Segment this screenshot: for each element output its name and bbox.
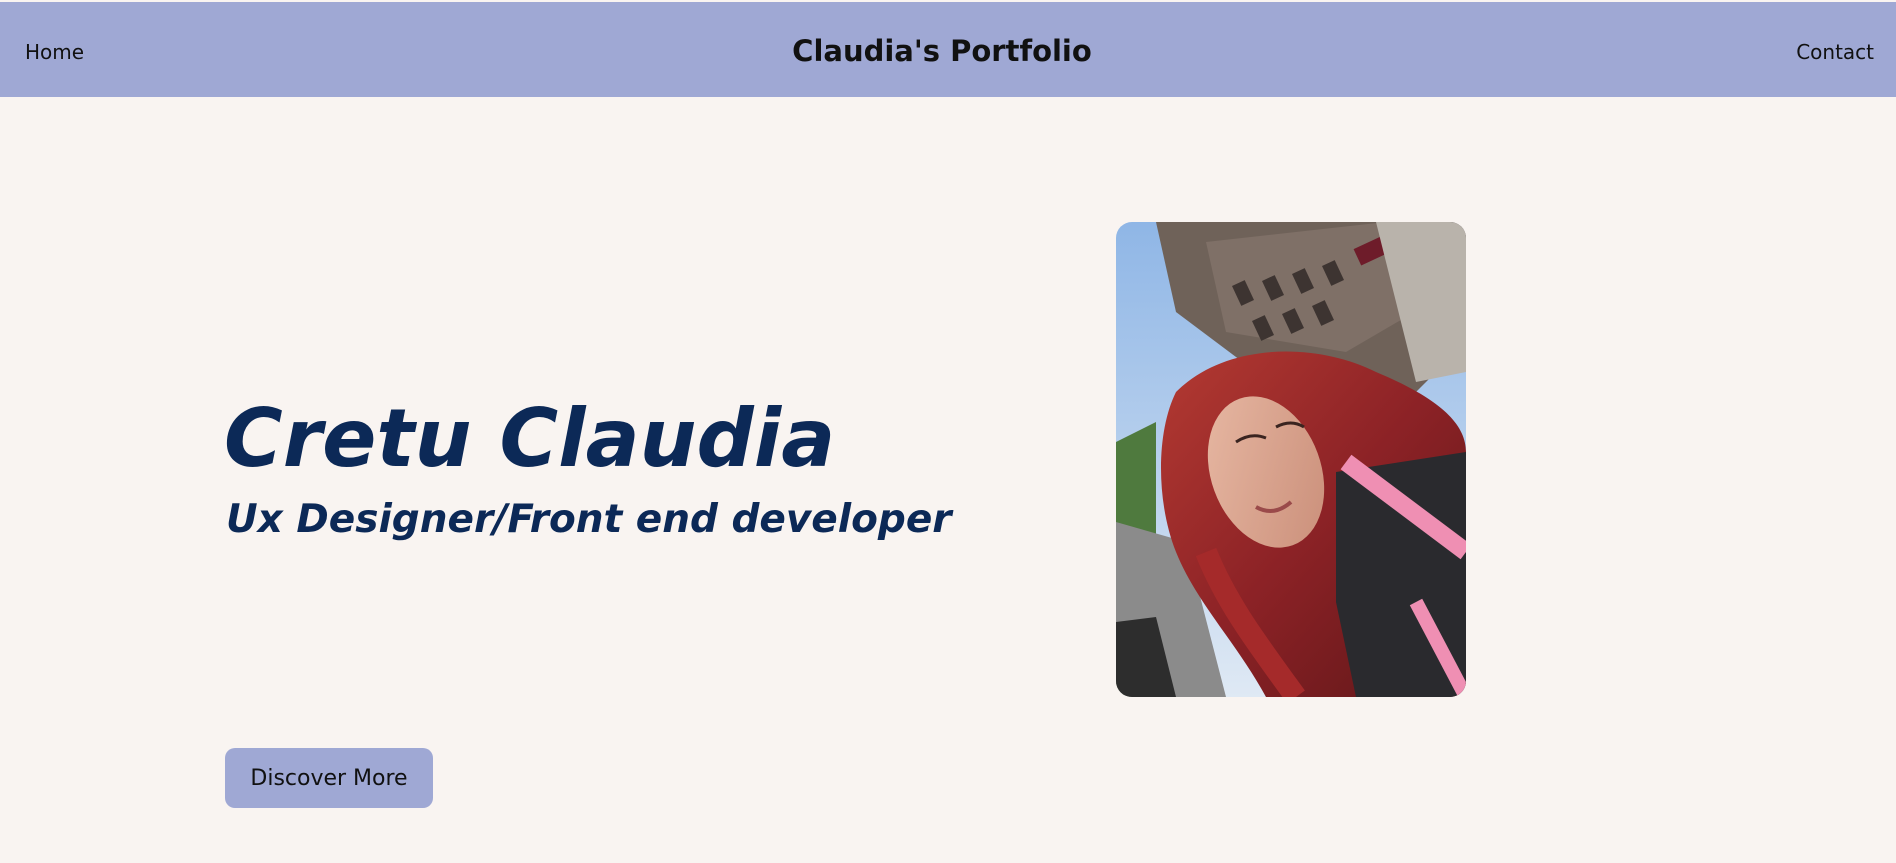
hero-name-heading: Cretu Claudia	[224, 392, 836, 485]
hero-role-subheading: Ux Designer/Front end developer	[226, 497, 952, 542]
nav-contact-link[interactable]: Contact	[1796, 40, 1874, 64]
site-brand-title: Claudia's Portfolio	[792, 34, 1092, 68]
profile-photo	[1116, 222, 1466, 697]
navbar: Home Claudia's Portfolio Contact	[0, 2, 1896, 97]
discover-more-button[interactable]: Discover More	[225, 748, 433, 808]
